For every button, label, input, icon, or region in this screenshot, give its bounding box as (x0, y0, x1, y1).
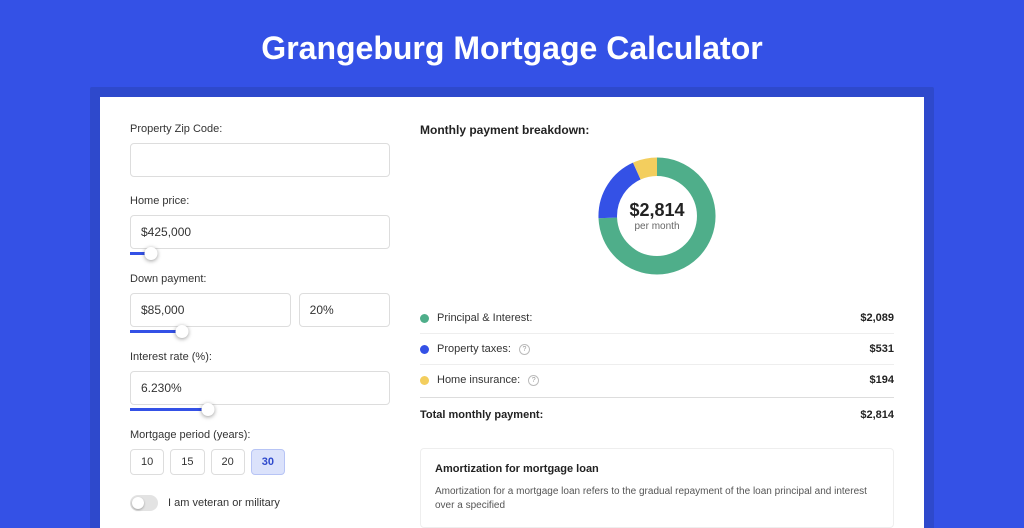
legend-dot (420, 376, 429, 385)
period-option-10[interactable]: 10 (130, 449, 164, 475)
down-payment-percent-input[interactable] (299, 293, 390, 327)
interest-rate-label: Interest rate (%): (130, 351, 390, 363)
veteran-toggle[interactable] (130, 495, 158, 511)
info-icon[interactable]: ? (528, 375, 539, 386)
calculator-card: Property Zip Code: Home price: Down paym… (100, 97, 924, 528)
period-option-20[interactable]: 20 (211, 449, 245, 475)
home-price-field: Home price: (130, 195, 390, 255)
amortization-text: Amortization for a mortgage loan refers … (435, 485, 879, 513)
zip-field: Property Zip Code: (130, 123, 390, 177)
interest-rate-field: Interest rate (%): (130, 351, 390, 411)
inputs-panel: Property Zip Code: Home price: Down paym… (130, 123, 390, 528)
down-payment-amount-input[interactable] (130, 293, 291, 327)
period-option-30[interactable]: 30 (251, 449, 285, 475)
mortgage-period-field: Mortgage period (years): 1015 2030 (130, 429, 390, 475)
legend-dot (420, 345, 429, 354)
legend-row: Property taxes:? $531 (420, 334, 894, 365)
mortgage-period-options: 1015 2030 (130, 449, 390, 475)
down-payment-label: Down payment: (130, 273, 390, 285)
amortization-box: Amortization for mortgage loan Amortizat… (420, 448, 894, 528)
donut-chart-wrap: $2,814 per month (420, 151, 894, 281)
down-payment-field: Down payment: (130, 273, 390, 333)
home-price-input[interactable] (130, 215, 390, 249)
veteran-label: I am veteran or military (168, 497, 280, 509)
legend-row: Home insurance:? $194 (420, 365, 894, 395)
veteran-row: I am veteran or military (130, 495, 390, 511)
donut-amount: $2,814 (629, 200, 684, 221)
down-payment-slider[interactable] (130, 330, 390, 333)
info-icon[interactable]: ? (519, 344, 530, 355)
card-backdrop: Property Zip Code: Home price: Down paym… (90, 87, 934, 528)
zip-label: Property Zip Code: (130, 123, 390, 135)
legend-label: Property taxes: (437, 343, 511, 355)
amortization-title: Amortization for mortgage loan (435, 463, 879, 475)
breakdown-title: Monthly payment breakdown: (420, 123, 894, 137)
mortgage-period-label: Mortgage period (years): (130, 429, 390, 441)
total-value: $2,814 (860, 409, 894, 421)
donut-chart: $2,814 per month (592, 151, 722, 281)
legend-label: Home insurance: (437, 374, 520, 386)
legend-value: $531 (870, 343, 894, 355)
donut-sub: per month (634, 221, 679, 232)
zip-input[interactable] (130, 143, 390, 177)
legend-list: Principal & Interest: $2,089 Property taxe… (420, 303, 894, 395)
page-title: Grangeburg Mortgage Calculator (0, 0, 1024, 87)
breakdown-panel: Monthly payment breakdown: $2,814 per mo… (390, 123, 894, 528)
legend-value: $2,089 (860, 312, 894, 324)
legend-dot (420, 314, 429, 323)
total-row: Total monthly payment: $2,814 (420, 397, 894, 432)
legend-value: $194 (870, 374, 894, 386)
legend-row: Principal & Interest: $2,089 (420, 303, 894, 334)
home-price-slider[interactable] (130, 252, 390, 255)
period-option-15[interactable]: 15 (170, 449, 204, 475)
legend-label: Principal & Interest: (437, 312, 532, 324)
interest-rate-slider[interactable] (130, 408, 390, 411)
total-label: Total monthly payment: (420, 409, 543, 421)
interest-rate-input[interactable] (130, 371, 390, 405)
home-price-label: Home price: (130, 195, 390, 207)
